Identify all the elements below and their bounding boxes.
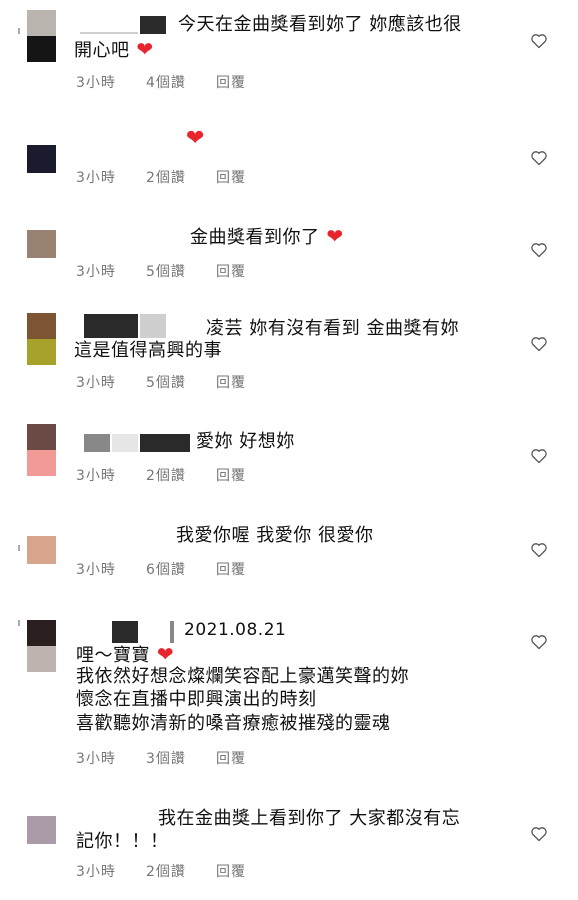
reply-button[interactable]: 回覆 (216, 465, 246, 485)
comment-text: 我在金曲獎上看到你了 大家都沒有忘 (158, 808, 461, 829)
heart-outline-icon[interactable] (530, 826, 548, 842)
avatar[interactable] (27, 313, 56, 365)
thread-marker (18, 545, 20, 551)
redacted-username (84, 434, 110, 452)
reply-button[interactable]: 回覆 (216, 559, 246, 579)
comment-text: 我愛你喔 我愛你 很愛你 (176, 525, 374, 546)
comment-text: 愛妳 好想妳 (196, 431, 295, 452)
avatar-bottom (27, 646, 56, 672)
like-count[interactable]: 6個讚 (146, 559, 186, 579)
timestamp: 3小時 (76, 75, 116, 91)
heart-outline-icon[interactable] (530, 150, 548, 166)
comment-text-line1: 金曲獎看到你了 (190, 227, 320, 248)
heart-outline-icon[interactable] (530, 634, 548, 650)
heart-outline-icon[interactable] (530, 336, 548, 352)
avatar[interactable] (27, 230, 56, 258)
post-date: 2021.08.21 (184, 620, 287, 640)
like-count[interactable]: 2個讚 (146, 167, 186, 187)
avatar-top (27, 10, 56, 36)
comment-text: 哩～寶寶 ❤ (76, 643, 174, 667)
avatar-top (27, 424, 56, 450)
like-count[interactable]: 5個讚 (146, 261, 186, 281)
avatar-top (27, 620, 56, 646)
redacted-username (84, 314, 138, 338)
reply-button[interactable]: 回覆 (216, 167, 246, 187)
comment-text-line1: 哩～寶寶 (76, 645, 150, 666)
timestamp: 3小時 (76, 751, 116, 767)
like-count[interactable]: 5個讚 (146, 372, 186, 392)
avatar-bottom (27, 450, 56, 476)
like-count[interactable]: 2個讚 (146, 861, 186, 881)
comment-text-line2: 開心吧 (74, 40, 130, 61)
comment-text: 凌芸 妳有沒有看到 金曲獎有妳 (206, 318, 459, 339)
timestamp: 3小時 (76, 375, 116, 391)
redacted-username (140, 434, 190, 452)
comment-text: 記你！！！ (76, 831, 169, 852)
avatar[interactable] (27, 10, 56, 62)
like-count[interactable]: 3個讚 (146, 748, 186, 768)
timestamp: 3小時 (76, 468, 116, 484)
comment-text: 我依然好想念燦爛笑容配上豪邁笑聲的妳 (76, 666, 409, 687)
comment-text: 這是值得高興的事 (74, 340, 222, 361)
like-count[interactable]: 2個讚 (146, 465, 186, 485)
reply-button[interactable]: 回覆 (216, 72, 246, 92)
red-heart-icon: ❤ (186, 126, 205, 151)
avatar-top (27, 313, 56, 339)
timestamp: 3小時 (76, 264, 116, 280)
reply-button[interactable]: 回覆 (216, 861, 246, 881)
avatar[interactable] (27, 145, 56, 173)
avatar[interactable] (27, 816, 56, 844)
heart-outline-icon[interactable] (530, 242, 548, 258)
comment-text: 金曲獎看到你了 ❤ (190, 225, 344, 249)
thread-marker (18, 28, 20, 34)
heart-outline-icon[interactable] (530, 542, 548, 558)
like-count[interactable]: 4個讚 (146, 72, 186, 92)
heart-outline-icon[interactable] (530, 448, 548, 464)
redacted-username (140, 16, 166, 34)
comment-text: 今天在金曲獎看到妳了 妳應該也很 (178, 14, 462, 35)
reply-button[interactable]: 回覆 (216, 372, 246, 392)
comment-text: 開心吧 ❤ (74, 38, 154, 62)
thread-marker (18, 620, 20, 626)
comment-text: 喜歡聽妳清新的嗓音療癒被摧殘的靈魂 (76, 713, 391, 734)
avatar-bottom (27, 339, 56, 365)
red-heart-icon: ❤ (150, 642, 175, 666)
avatar-bottom (27, 36, 56, 62)
redacted-username (80, 32, 138, 34)
reply-button[interactable]: 回覆 (216, 261, 246, 281)
avatar[interactable] (27, 424, 56, 476)
avatar[interactable] (27, 620, 56, 672)
red-heart-icon: ❤ (129, 37, 154, 61)
redacted-username (140, 314, 166, 338)
comment-text: 懷念在直播中即興演出的時刻 (76, 689, 317, 710)
redacted-username (170, 621, 174, 643)
timestamp: 3小時 (76, 864, 116, 880)
redacted-username (112, 434, 138, 452)
redacted-username (112, 621, 138, 643)
avatar[interactable] (27, 536, 56, 564)
heart-outline-icon[interactable] (530, 33, 548, 49)
red-heart-icon: ❤ (319, 224, 344, 248)
timestamp: 3小時 (76, 562, 116, 578)
reply-button[interactable]: 回覆 (216, 748, 246, 768)
timestamp: 3小時 (76, 170, 116, 186)
